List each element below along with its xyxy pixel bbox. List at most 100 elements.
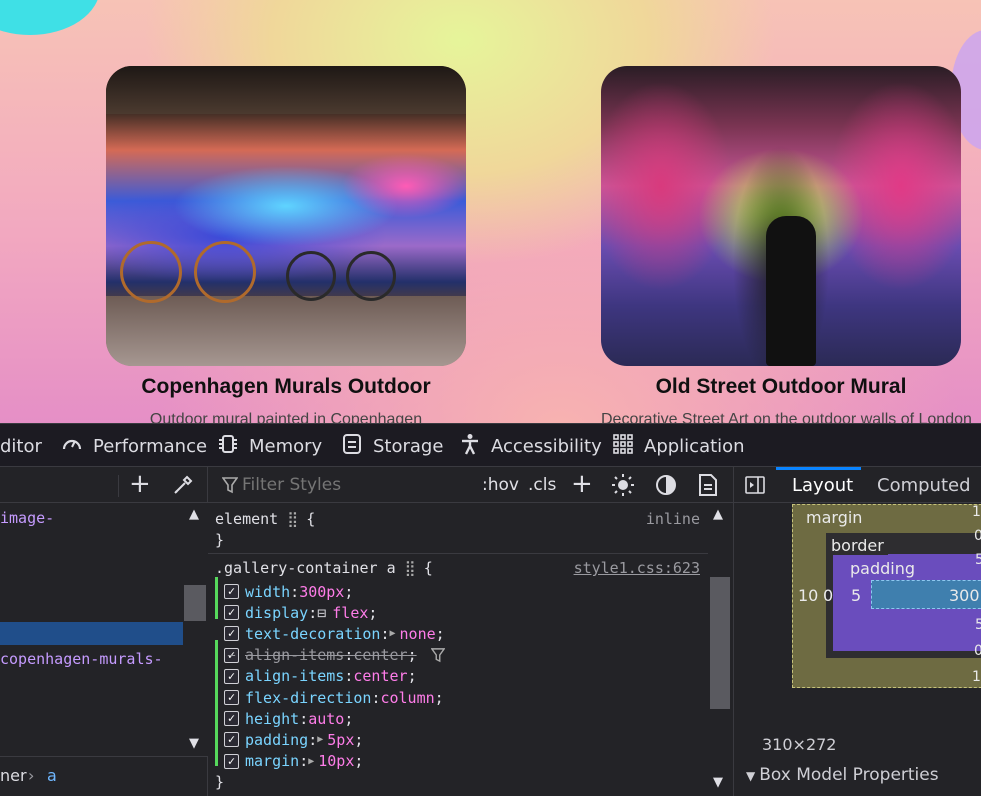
cls-toggle[interactable]: .cls xyxy=(528,475,556,495)
property-value[interactable]: center xyxy=(353,646,407,664)
declaration-row[interactable]: ✓ align-items: center; xyxy=(208,666,417,687)
toggle-sidebar-icon[interactable] xyxy=(744,474,766,501)
rule-header[interactable]: .gallery-container a ⣿ { xyxy=(215,559,433,577)
filter-rules-icon[interactable] xyxy=(430,647,445,663)
tab-layout[interactable]: Layout xyxy=(792,467,853,503)
tab-label: Accessibility xyxy=(491,435,602,457)
hov-toggle[interactable]: :hov xyxy=(482,475,519,495)
filter-styles-input[interactable] xyxy=(242,473,472,497)
declaration-checkbox[interactable]: ✓ xyxy=(224,647,239,663)
card-title[interactable]: Old Street Outdoor Mural xyxy=(601,375,961,399)
add-rule-icon[interactable]: + xyxy=(571,467,593,501)
print-media-icon[interactable] xyxy=(698,473,718,502)
selected-node-row[interactable] xyxy=(0,622,183,645)
declaration-checkbox[interactable]: ✓ xyxy=(224,584,239,599)
declaration-row[interactable]: ✓ flex-direction: column; xyxy=(208,687,444,708)
element-rule-header[interactable]: element ⣿ { xyxy=(215,510,315,528)
property-name[interactable]: align-items xyxy=(245,646,344,664)
tab-style-editor[interactable]: ditor xyxy=(0,424,42,468)
markup-node-text[interactable]: copenhagen-murals- xyxy=(0,650,163,668)
gallery-card[interactable]: Old Street Outdoor Mural Decorative Stre… xyxy=(601,66,972,423)
declaration-row[interactable]: ✓ height: auto; xyxy=(208,708,353,729)
declaration-checkbox[interactable]: ✓ xyxy=(224,605,239,621)
rule-source-link[interactable]: style1.css:623 xyxy=(574,559,700,577)
scroll-down-icon[interactable]: ▼ xyxy=(189,736,199,751)
property-name[interactable]: text-decoration xyxy=(245,625,380,643)
element-selector: element xyxy=(215,510,279,528)
declaration-row[interactable]: ✓ width: 300px; xyxy=(208,581,353,602)
tab-computed[interactable]: Computed xyxy=(877,467,971,503)
add-node-icon[interactable]: + xyxy=(129,469,151,499)
semicolon: ; xyxy=(344,582,354,601)
margin-left-value[interactable]: 10 xyxy=(798,586,818,605)
property-name[interactable]: padding xyxy=(245,731,308,749)
rules-scroll-thumb[interactable] xyxy=(710,577,730,709)
gallery-card[interactable]: Copenhagen Murals Outdoor Outdoor mural … xyxy=(106,66,466,423)
markup-node-text[interactable]: image- xyxy=(0,509,54,527)
content-size-value[interactable]: 300× xyxy=(949,586,981,605)
markup-scrollbar[interactable]: ▲ ▼ xyxy=(183,503,208,756)
property-value[interactable]: 5px xyxy=(327,731,354,749)
declaration-checkbox[interactable]: ✓ xyxy=(224,711,239,727)
declaration-row[interactable]: ✓ display: ⊟ flex; xyxy=(208,602,377,623)
property-name[interactable]: flex-direction xyxy=(245,689,371,707)
scroll-down-icon[interactable]: ▼ xyxy=(713,775,723,790)
breadcrumb-item[interactable]: ner xyxy=(0,766,27,785)
tab-memory[interactable]: Memory xyxy=(216,424,322,468)
property-value[interactable]: center xyxy=(353,667,407,685)
semicolon: ; xyxy=(407,667,417,686)
property-name[interactable]: display xyxy=(245,604,308,622)
card-title[interactable]: Copenhagen Murals Outdoor xyxy=(106,375,466,399)
declaration-checkbox[interactable]: ✓ xyxy=(224,732,239,748)
flex-icon[interactable]: ⊟ xyxy=(317,604,326,622)
property-value[interactable]: 10px xyxy=(318,752,354,770)
property-name[interactable]: width xyxy=(245,583,290,601)
tab-application[interactable]: Application xyxy=(611,424,745,468)
copenhagen-mural-image[interactable] xyxy=(106,66,466,366)
scroll-up-icon[interactable]: ▲ xyxy=(713,507,723,522)
dark-mode-icon[interactable] xyxy=(655,474,677,501)
tab-accessibility[interactable]: Accessibility xyxy=(458,424,602,468)
declaration-checkbox[interactable]: ✓ xyxy=(224,690,239,705)
expand-arrow-icon[interactable]: ▶ xyxy=(317,734,323,745)
border-bottom-value[interactable]: 0 xyxy=(974,643,981,659)
margin-bottom-value[interactable]: 1 xyxy=(972,669,981,685)
declaration-checkbox[interactable]: ✓ xyxy=(224,626,239,642)
storage-icon xyxy=(340,433,364,460)
expand-arrow-icon[interactable]: ▶ xyxy=(390,628,396,639)
property-value[interactable]: flex xyxy=(332,604,368,622)
property-name[interactable]: height xyxy=(245,710,299,728)
old-street-mural-image[interactable] xyxy=(601,66,961,366)
property-value[interactable]: 300px xyxy=(299,583,344,601)
padding-left-value[interactable]: 5 xyxy=(851,586,861,605)
declaration-checkbox[interactable]: ✓ xyxy=(224,668,239,684)
declaration-checkbox[interactable]: ✓ xyxy=(224,753,239,769)
margin-top-value[interactable]: 1 xyxy=(972,504,981,520)
border-left-value[interactable]: 0 xyxy=(823,586,833,605)
eyedropper-icon[interactable] xyxy=(172,474,194,501)
margin-label: margin xyxy=(806,508,863,527)
padding-bottom-value[interactable]: 5 xyxy=(975,617,981,633)
breadcrumb-item[interactable]: a xyxy=(47,766,57,785)
property-value[interactable]: auto xyxy=(308,710,344,728)
semicolon: ; xyxy=(407,646,417,665)
tab-storage[interactable]: Storage xyxy=(340,424,443,468)
declaration-row[interactable]: ✓ align-items: center; xyxy=(208,645,445,666)
declaration-row[interactable]: ✓ text-decoration: ▶ none; xyxy=(208,623,445,644)
expand-triangle-icon: ▼ xyxy=(746,769,756,783)
property-value[interactable]: none xyxy=(400,625,436,643)
padding-top-value[interactable]: 5 xyxy=(975,552,981,568)
property-value[interactable]: column xyxy=(380,689,434,707)
markup-scroll-thumb[interactable] xyxy=(184,585,206,621)
image-person xyxy=(766,216,816,366)
light-mode-icon[interactable] xyxy=(612,474,634,501)
declaration-row[interactable]: ✓ margin: ▶ 10px; xyxy=(208,751,363,772)
border-top-value[interactable]: 0 xyxy=(974,528,981,544)
box-model-properties-toggle[interactable]: ▼ Box Model Properties xyxy=(746,765,939,785)
expand-arrow-icon[interactable]: ▶ xyxy=(308,756,314,767)
property-name[interactable]: align-items xyxy=(245,667,344,685)
declaration-row[interactable]: ✓ padding: ▶ 5px; xyxy=(208,729,363,750)
scroll-up-icon[interactable]: ▲ xyxy=(189,507,199,522)
tab-performance[interactable]: Performance xyxy=(60,424,207,468)
property-name[interactable]: margin xyxy=(245,752,299,770)
